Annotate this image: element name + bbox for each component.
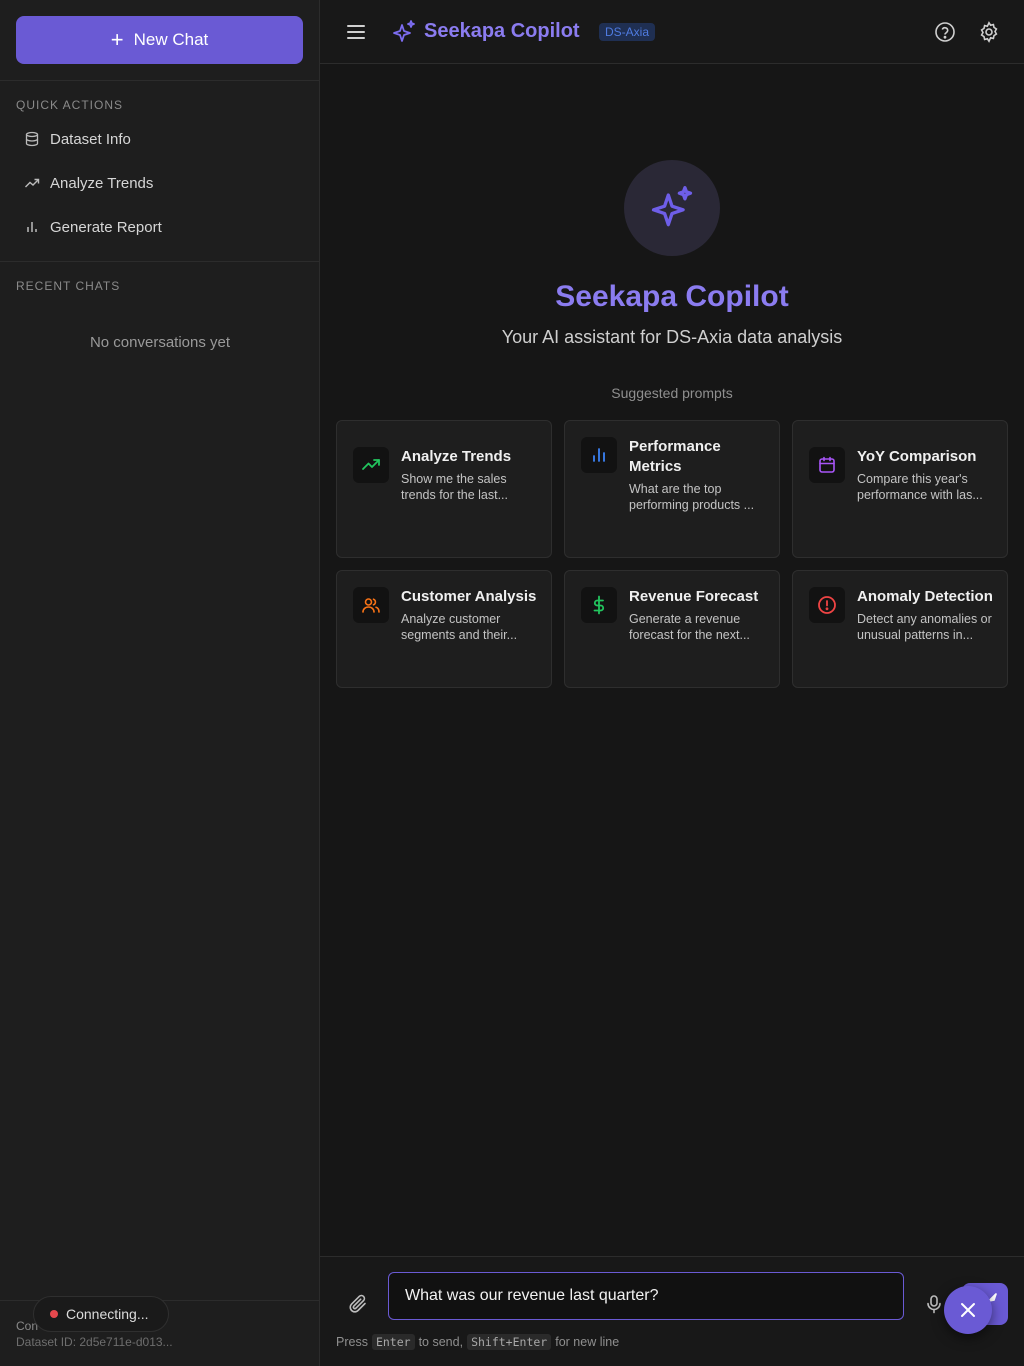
shift-enter-key: Shift+Enter (467, 1334, 552, 1350)
prompt-card-customer-analysis[interactable]: Customer Analysis Analyze customer segme… (336, 570, 552, 688)
card-icon-box (809, 587, 845, 623)
enter-key: Enter (371, 1334, 415, 1350)
help-icon[interactable] (934, 21, 956, 43)
card-description: Show me the sales trends for the last... (401, 472, 508, 502)
card-description: Generate a revenue forecast for the next… (629, 612, 750, 642)
app: + New Chat QUICK ACTIONS Dataset Info An… (0, 0, 1024, 1366)
dataset-id: Dataset ID: 2d5e711e-d013... (16, 1335, 173, 1349)
connection-status-text: Connecting... (66, 1306, 149, 1322)
prompt-card-anomaly-detection[interactable]: Anomaly Detection Detect any anomalies o… (792, 570, 1008, 688)
database-icon (25, 131, 39, 147)
divider (0, 80, 320, 81)
quick-actions-title: QUICK ACTIONS (16, 98, 124, 112)
card-title: YoY Comparison (857, 448, 977, 465)
prompt-card-analyze-trends[interactable]: Analyze Trends Show me the sales trends … (336, 420, 552, 558)
users-icon (362, 598, 380, 613)
card-title: Revenue Forecast (629, 588, 759, 605)
microphone-icon[interactable] (924, 1294, 944, 1314)
card-title: Analyze Trends (401, 448, 512, 465)
new-chat-button[interactable]: + New Chat (16, 16, 303, 64)
status-dot (50, 1310, 58, 1318)
close-icon (961, 1303, 975, 1317)
card-title: Customer Analysis (401, 588, 537, 605)
top-header: Seekapa Copilot DS-Axia (320, 0, 1024, 64)
prompt-card-performance-metrics[interactable]: Performance Metrics What are the top per… (564, 420, 780, 558)
close-fab-button[interactable] (944, 1286, 992, 1334)
settings-gear-icon[interactable] (978, 21, 1000, 43)
sparkles-icon (651, 186, 693, 227)
card-icon-box (353, 587, 389, 623)
card-description: Analyze customer segments and their... (401, 612, 518, 642)
quick-action-dataset-info[interactable]: Dataset Info (16, 121, 304, 157)
hint-text: to send, (418, 1335, 464, 1349)
connection-status-toast: Connecting... (33, 1296, 169, 1332)
new-chat-label: New Chat (133, 30, 209, 49)
bar-chart-icon (593, 448, 605, 462)
card-description: What are the top performing products ... (629, 482, 755, 512)
card-icon-box (581, 587, 617, 623)
dollar-icon (593, 595, 605, 615)
sidebar: + New Chat QUICK ACTIONS Dataset Info An… (0, 0, 320, 1366)
empty-conversations-text: No conversations yet (89, 334, 231, 351)
calendar-icon (819, 456, 835, 473)
prompt-card-revenue-forecast[interactable]: Revenue Forecast Generate a revenue fore… (564, 570, 780, 688)
quick-action-generate-report[interactable]: Generate Report (16, 209, 304, 245)
card-description: Compare this year's performance with las… (857, 472, 983, 502)
recent-chats-title: RECENT CHATS (16, 279, 121, 293)
sparkles-icon (393, 20, 415, 42)
hero-subtitle: Your AI assistant for DS-Axia data analy… (501, 327, 843, 347)
bar-chart-icon (27, 222, 37, 232)
hero-title: Seekapa Copilot (555, 280, 789, 313)
divider (0, 261, 320, 262)
quick-action-label: Generate Report (50, 218, 162, 236)
quick-action-analyze-trends[interactable]: Analyze Trends (16, 165, 304, 201)
paperclip-icon[interactable] (347, 1293, 369, 1315)
trend-up-icon (362, 459, 380, 470)
message-input[interactable] (388, 1272, 904, 1320)
hero-logo (624, 160, 720, 256)
card-description: Detect any anomalies or unusual patterns… (857, 612, 992, 642)
card-title: Anomaly Detection (857, 588, 993, 605)
quick-action-label: Analyze Trends (50, 174, 154, 192)
card-icon-box (353, 447, 389, 483)
input-hint: Press Enter to send, Shift+Enter for new… (336, 1334, 619, 1350)
alert-circle-icon (818, 596, 836, 614)
card-icon-box (581, 437, 617, 473)
app-title: Seekapa Copilot (424, 20, 580, 42)
dataset-badge: DS-Axia (599, 23, 656, 41)
hamburger-menu-icon[interactable] (344, 20, 368, 44)
card-icon-box (809, 447, 845, 483)
prompt-card-yoy-comparison[interactable]: YoY Comparison Compare this year's perfo… (792, 420, 1008, 558)
hint-text: Press (336, 1335, 368, 1349)
quick-action-label: Dataset Info (50, 130, 131, 148)
trend-icon (25, 178, 40, 188)
card-title: Performance Metrics (629, 438, 721, 475)
hint-text: for new line (555, 1335, 620, 1349)
suggested-prompts-label: Suggested prompts (611, 385, 733, 401)
plus-icon: + (110, 27, 124, 52)
